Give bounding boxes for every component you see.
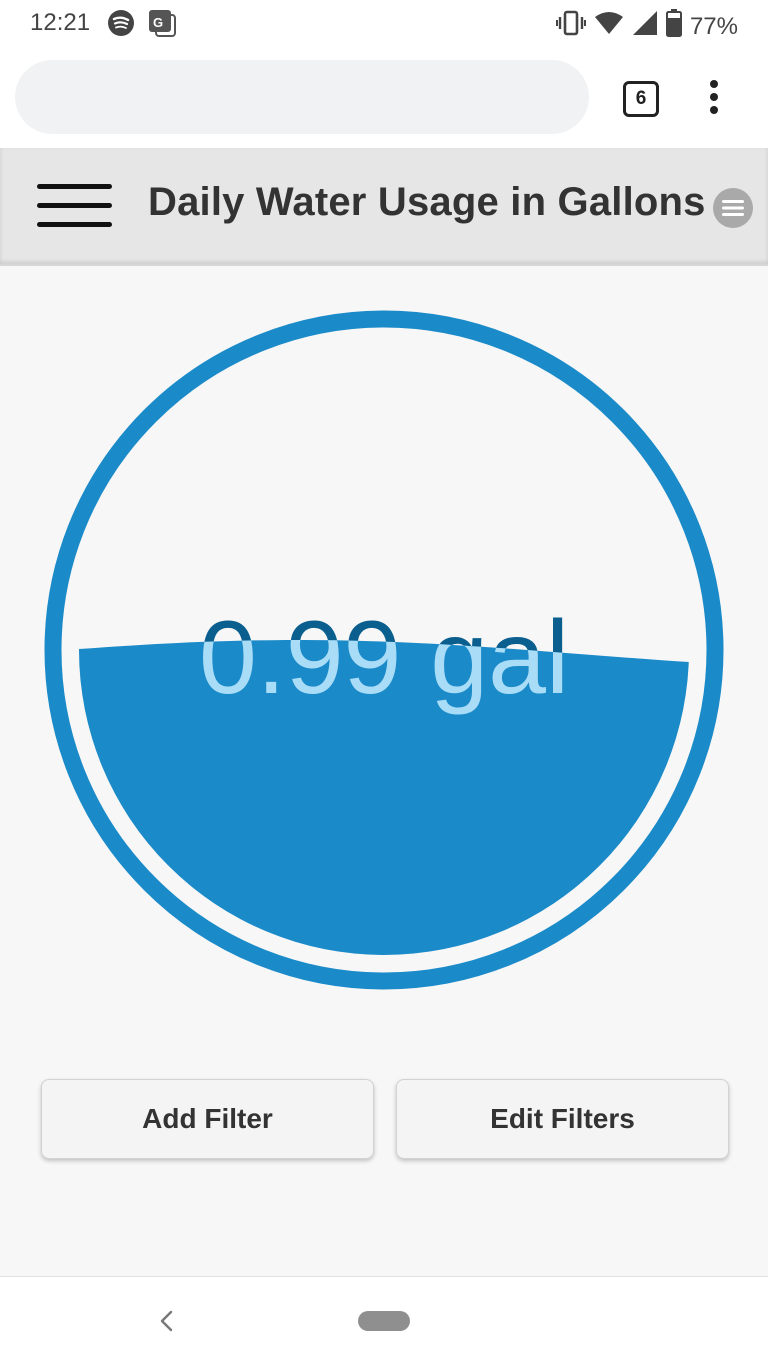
status-right-group: 77% [555,9,738,44]
hamburger-menu-icon[interactable] [37,184,112,228]
browser-toolbar: 6 [0,48,768,148]
app-content: Daily Water Usage in Gallons 0.99 gal Ad… [0,148,768,1276]
battery-percent: 77% [689,12,738,40]
home-pill-icon[interactable] [358,1311,410,1331]
tab-count: 6 [635,88,647,109]
svg-text:G: G [153,15,163,30]
add-filter-button[interactable]: Add Filter [41,1079,374,1159]
url-bar[interactable] [15,60,589,134]
overflow-menu-icon[interactable] [702,78,726,118]
translate-icon: G [148,9,176,42]
status-time: 12:21 [30,9,91,36]
status-bar: 12:21 G 77% [0,0,768,48]
wifi-icon [594,11,624,42]
spotify-icon [107,9,135,42]
battery-icon [665,9,682,44]
options-icon[interactable] [713,188,753,228]
system-nav-bar [0,1276,768,1366]
water-usage-gauge: 0.99 gal 0.99 gal [44,310,724,990]
app-header: Daily Water Usage in Gallons [0,148,768,266]
vibrate-icon [555,10,586,43]
edit-filters-button[interactable]: Edit Filters [396,1079,729,1159]
back-icon[interactable] [155,1309,179,1333]
page-title: Daily Water Usage in Gallons [148,180,706,224]
signal-icon [632,10,658,43]
tabs-icon[interactable]: 6 [623,81,659,117]
